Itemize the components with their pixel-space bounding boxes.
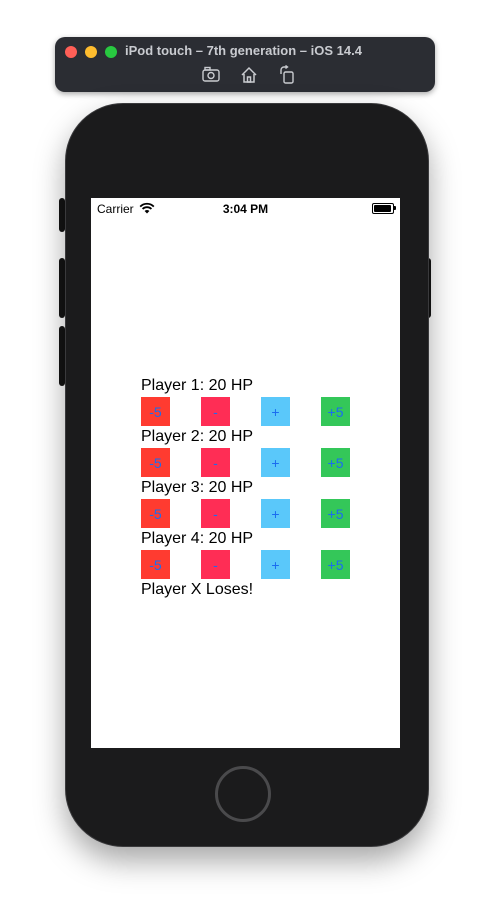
player-1-plus-5-button[interactable]: +5 [321, 397, 350, 426]
player-4-minus-5-button[interactable]: -5 [141, 550, 170, 579]
player-1-minus-1-button[interactable]: - [201, 397, 230, 426]
player-2-plus-1-button[interactable]: + [261, 448, 290, 477]
player-1-minus-5-button[interactable]: -5 [141, 397, 170, 426]
device-screen: Carrier 3:04 PM Player 1: 20 HP -5 - + +… [91, 198, 400, 748]
status-time: 3:04 PM [222, 202, 269, 216]
minimize-window-button[interactable] [85, 46, 97, 58]
player-1-controls: -5 - + +5 [141, 397, 381, 426]
battery-icon [372, 203, 394, 214]
player-2-controls: -5 - + +5 [141, 448, 381, 477]
status-bar: Carrier 3:04 PM [91, 198, 400, 218]
player-3-plus-1-button[interactable]: + [261, 499, 290, 528]
player-2-plus-5-button[interactable]: +5 [321, 448, 350, 477]
simulator-title: iPod touch – 7th generation – iOS 14.4 [125, 43, 362, 58]
player-2-minus-5-button[interactable]: -5 [141, 448, 170, 477]
player-1-label: Player 1: 20 HP [141, 377, 254, 394]
simulator-title-bar: iPod touch – 7th generation – iOS 14.4 [55, 37, 435, 92]
close-window-button[interactable] [65, 46, 77, 58]
battery-cap [394, 206, 396, 210]
simulator-toolbar [201, 65, 297, 85]
player-4-controls: -5 - + +5 [141, 550, 381, 579]
hp-tracker: Player 1: 20 HP -5 - + +5 Player 2: 20 H… [141, 375, 381, 600]
player-4-minus-1-button[interactable]: - [201, 550, 230, 579]
player-3-controls: -5 - + +5 [141, 499, 381, 528]
player-4-plus-5-button[interactable]: +5 [321, 550, 350, 579]
player-2-minus-1-button[interactable]: - [201, 448, 230, 477]
player-4-label: Player 4: 20 HP [141, 530, 254, 547]
screenshot-icon[interactable] [201, 65, 221, 85]
result-label: Player X Loses! [141, 581, 254, 598]
maximize-window-button[interactable] [105, 46, 117, 58]
player-4-plus-1-button[interactable]: + [261, 550, 290, 579]
home-button[interactable] [215, 766, 271, 822]
player-1-plus-1-button[interactable]: + [261, 397, 290, 426]
home-icon[interactable] [239, 65, 259, 85]
player-3-plus-5-button[interactable]: +5 [321, 499, 350, 528]
player-3-label: Player 3: 20 HP [141, 479, 254, 496]
rotate-icon[interactable] [277, 65, 297, 85]
player-2-label: Player 2: 20 HP [141, 428, 254, 445]
player-3-minus-1-button[interactable]: - [201, 499, 230, 528]
player-3-minus-5-button[interactable]: -5 [141, 499, 170, 528]
